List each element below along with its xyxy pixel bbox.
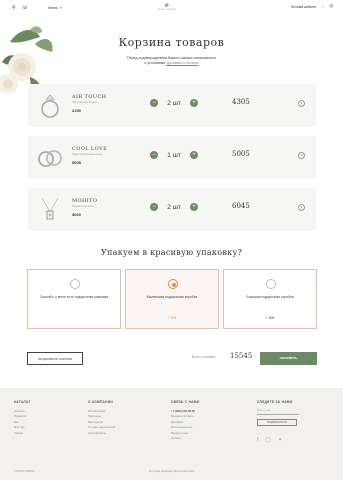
packaging-option-label: Маленькая подарочная коробка: [146, 295, 198, 299]
increase-button[interactable]: +: [190, 99, 198, 107]
footer-subscribe: СЛЕДИТЕ ЗА НАМИ Ваш e-mail ПОДПИСАТЬСЯ f…: [257, 400, 299, 443]
logo[interactable]: ❀ ВЕЧНО ЖИВОЕ: [158, 3, 175, 11]
quantity-value: 2 шт: [167, 203, 181, 211]
footer-link[interactable]: Серьги: [14, 431, 31, 436]
top-header: ⚲ ☏ Меню ˅ ❀ ВЕЧНО ЖИВОЕ Личный кабинет …: [0, 0, 343, 15]
footer-heading: КАТАЛОГ: [14, 400, 31, 404]
remove-item-icon[interactable]: ×: [298, 100, 305, 107]
cart-icon[interactable]: 🛇: [330, 4, 333, 10]
radio-button[interactable]: [70, 279, 80, 289]
product-desc: Подвеска на цепи: [72, 205, 94, 208]
instagram-icon[interactable]: ◯: [265, 437, 271, 443]
total-label: Всего к оплате:: [192, 355, 217, 359]
decrease-button[interactable]: −: [150, 203, 158, 211]
increase-button[interactable]: +: [190, 151, 198, 159]
subscribe-button[interactable]: ПОДПИСАТЬСЯ: [257, 419, 297, 426]
footer-catalog: КАТАЛОГ Колечки Подвески Все Для пар Сер…: [14, 400, 31, 436]
footer-link[interactable]: Отзывы покупателей: [88, 425, 115, 430]
quantity-stepper: − 2 шт +: [150, 203, 198, 211]
email-field[interactable]: Ваш e-mail: [257, 409, 299, 415]
packaging-option-price: + 305: [265, 316, 275, 320]
facebook-icon[interactable]: f: [257, 437, 258, 443]
footer-heading: СЛЕДИТЕ ЗА НАМИ: [257, 400, 293, 404]
product-name[interactable]: MOHITO: [72, 198, 97, 204]
footer-contacts: СВЯЗЬ С НАМИ +7 (999) 000-00-00 Москва и…: [171, 400, 199, 441]
footer-heading: О КОМПАНИИ: [88, 400, 113, 404]
product-image[interactable]: [36, 194, 64, 225]
radio-button[interactable]: [266, 279, 276, 289]
menu-button[interactable]: Меню: [48, 6, 58, 10]
product-name[interactable]: AIR TOUCH: [72, 94, 106, 100]
cart-item: AIR TOUCH Обручальное кольцо 2150 − 2 шт…: [28, 84, 316, 127]
item-total: 6045: [232, 202, 250, 210]
decrease-button[interactable]: −: [150, 151, 158, 159]
increase-button[interactable]: +: [190, 203, 198, 211]
social-links: f ◯ ✦: [257, 437, 299, 443]
search-icon[interactable]: ⚲: [12, 5, 16, 11]
footer-heading: СВЯЗЬ С НАМИ: [171, 400, 200, 404]
quantity-value: 2 шт: [167, 99, 181, 107]
footer: КАТАЛОГ Колечки Подвески Все Для пар Сер…: [0, 388, 343, 480]
remove-item-icon[interactable]: ×: [298, 204, 305, 211]
quantity-stepper: − 2 шт +: [150, 99, 198, 107]
item-total: 4305: [232, 98, 250, 106]
continue-shopping-button[interactable]: ПРОДОЛЖИТЬ ПОКУПКИ: [27, 352, 83, 365]
logo-text: ВЕЧНО ЖИВОЕ: [158, 9, 176, 11]
product-image[interactable]: [36, 90, 64, 121]
copyright-center: Все права защищены. Вечно живое 2024: [148, 470, 195, 473]
packaging-option-label: Спасибо, у меня есть подарочная упаковка: [39, 295, 109, 299]
page-title: Корзина товаров: [118, 36, 225, 49]
product-name[interactable]: COOL LOVE: [72, 146, 107, 152]
twitter-icon[interactable]: ✦: [278, 437, 282, 443]
product-price: 3020: [72, 212, 81, 217]
decrease-button[interactable]: −: [150, 99, 158, 107]
packaging-option[interactable]: Большая подарочная коробка + 305: [223, 269, 317, 329]
quantity-stepper: − 1 шт +: [150, 151, 198, 159]
quantity-value: 1 шт: [167, 151, 181, 159]
checkout-button[interactable]: ОФОРМИТЬ: [260, 352, 317, 365]
product-desc: Пара обручальных колец: [72, 153, 103, 156]
packaging-option-price: + 205: [167, 316, 177, 320]
menu-chevron-icon[interactable]: ˅: [60, 6, 62, 10]
product-price: 2150: [72, 108, 81, 113]
subtitle-line2: с условиями Доставки и Оплаты: [0, 61, 343, 66]
cart-item: COOL LOVE Пара обручальных колец 5005 − …: [28, 136, 316, 179]
footer-link[interactable]: Оплата: [171, 436, 199, 441]
packaging-option-selected[interactable]: Маленькая подарочная коробка + 205: [125, 269, 219, 329]
packaging-title: Упакуем в красивую упаковку?: [100, 248, 243, 257]
cart-item: MOHITO Подвеска на цепи 3020 − 2 шт + 60…: [28, 188, 316, 231]
total-value: 15545: [230, 352, 253, 360]
footer-about: О КОМПАНИИ Об ювелирах Партнеры Инструкц…: [88, 400, 115, 436]
footer-link[interactable]: Сертификаты: [88, 431, 115, 436]
account-link[interactable]: Личный кабинет: [291, 5, 317, 9]
packaging-option[interactable]: Спасибо, у меня есть подарочная упаковка: [27, 269, 121, 329]
radio-button-selected[interactable]: [168, 279, 178, 289]
item-total: 5005: [232, 150, 250, 158]
remove-item-icon[interactable]: ×: [298, 152, 305, 159]
product-desc: Обручальное кольцо: [72, 101, 98, 104]
delivery-link[interactable]: Доставки и Оплаты: [166, 61, 198, 65]
subtitle-prefix: с условиями: [144, 61, 167, 65]
packaging-option-label: Большая подарочная коробка: [246, 295, 294, 299]
heart-icon[interactable]: ♡: [321, 5, 324, 9]
phone-icon[interactable]: ☏: [22, 5, 28, 11]
page-subtitle: Перед подтверждением Вашего заказа ознак…: [0, 56, 343, 66]
product-price: 5005: [72, 160, 81, 165]
product-image[interactable]: [36, 142, 64, 173]
